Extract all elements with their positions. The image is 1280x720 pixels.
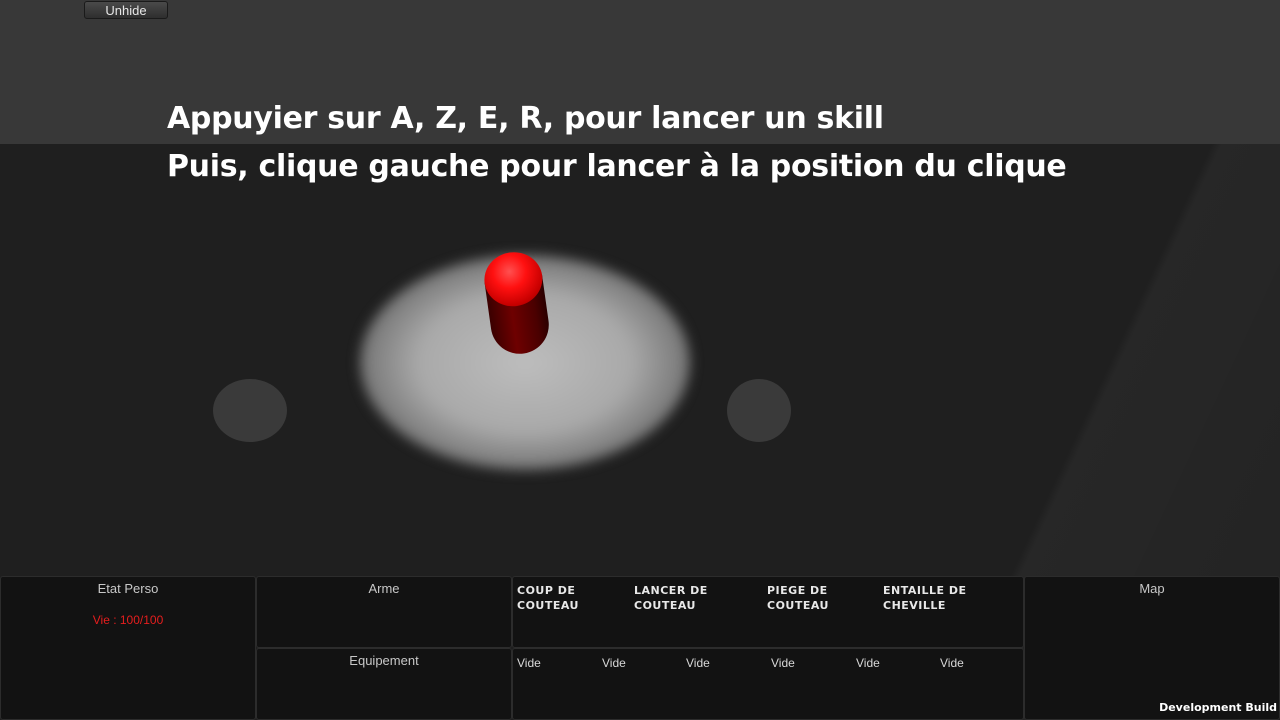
inventory-slot-5[interactable]: Vide (856, 656, 880, 670)
arme-panel[interactable]: Arme (256, 576, 512, 648)
skill-entaille-de-cheville[interactable]: Entaille de cheville (883, 583, 983, 613)
inventory-panel: Vide Vide Vide Vide Vide Vide (512, 648, 1024, 720)
ground-marker-left (213, 379, 287, 442)
inventory-slot-4[interactable]: Vide (771, 656, 795, 670)
inventory-slot-6[interactable]: Vide (940, 656, 964, 670)
life-value: Vie : 100/100 (92, 613, 164, 627)
etat-perso-title: Etat Perso (97, 581, 159, 596)
ground-marker-right (727, 379, 791, 442)
map-panel[interactable]: Map (1024, 576, 1280, 720)
etat-perso-panel: Etat Perso Vie : 100/100 (0, 576, 256, 720)
equipement-title: Equipement (349, 653, 419, 668)
skill-lancer-de-couteau[interactable]: Lancer de couteau (634, 583, 734, 613)
arme-title: Arme (368, 581, 400, 596)
instructions: Appuyier sur A, Z, E, R, pour lancer un … (167, 95, 1067, 191)
skill-piege-de-couteau[interactable]: Piege de couteau (767, 583, 857, 613)
inventory-slot-3[interactable]: Vide (686, 656, 710, 670)
development-build-label: Development Build (1159, 701, 1277, 714)
instruction-line-1: Appuyier sur A, Z, E, R, pour lancer un … (167, 101, 884, 136)
skills-panel: Coup de couteau Lancer de couteau Piege … (512, 576, 1024, 648)
inventory-slot-2[interactable]: Vide (602, 656, 626, 670)
map-title: Map (1139, 581, 1165, 596)
skill-coup-de-couteau[interactable]: Coup de couteau (517, 583, 607, 613)
unhide-button[interactable]: Unhide (84, 1, 168, 19)
inventory-slot-1[interactable]: Vide (517, 656, 541, 670)
equipement-panel[interactable]: Equipement (256, 648, 512, 720)
instruction-line-2: Puis, clique gauche pour lancer à la pos… (167, 149, 1067, 184)
